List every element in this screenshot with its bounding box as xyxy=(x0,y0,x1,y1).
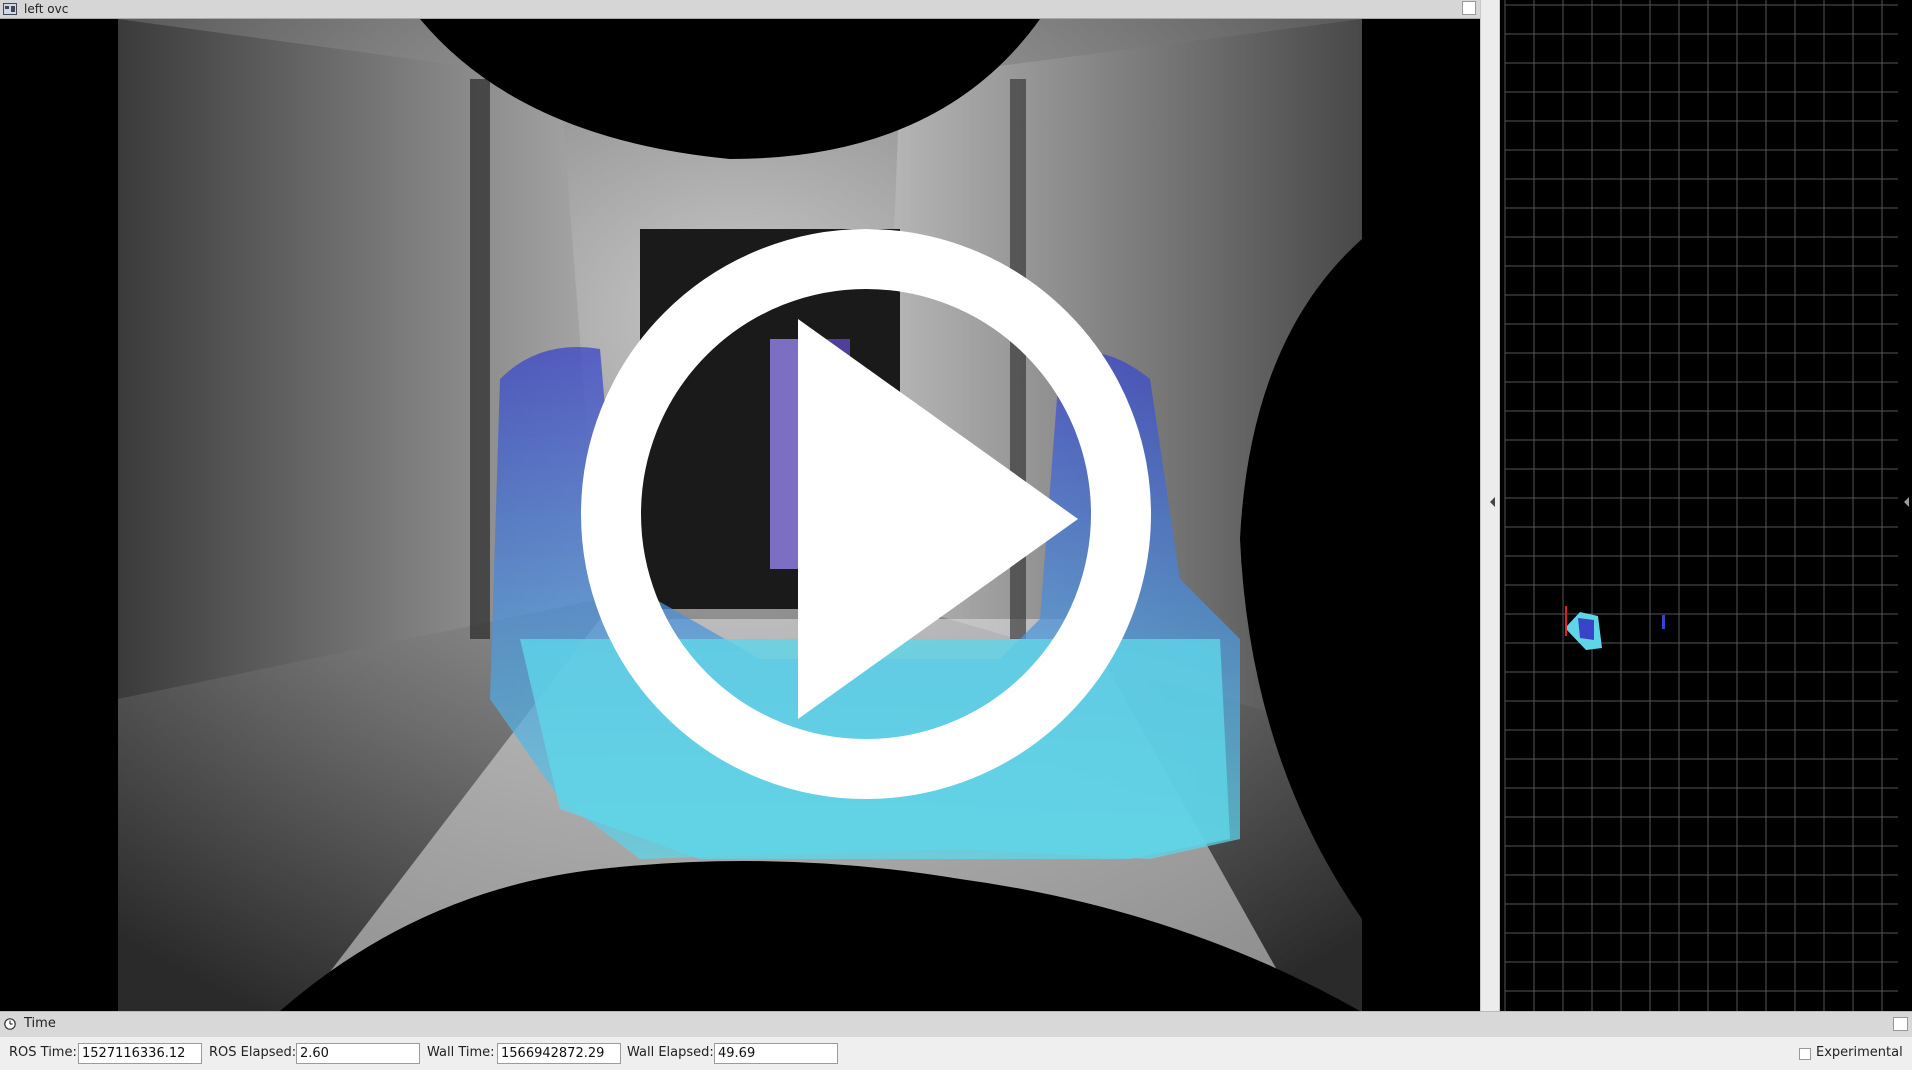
panel-splitter[interactable] xyxy=(1480,0,1500,1011)
point-cloud-fragment xyxy=(1662,615,1665,629)
time-panel-float-button[interactable] xyxy=(1893,1017,1908,1031)
camera-image xyxy=(0,19,1480,1011)
wall-elapsed-label: Wall Elapsed: xyxy=(627,1045,714,1060)
window-icon xyxy=(3,3,17,15)
ros-elapsed-label: ROS Elapsed: xyxy=(209,1045,297,1060)
wall-time-label: Wall Time: xyxy=(427,1045,495,1060)
camera-panel-titlebar: left ovc xyxy=(0,0,1480,19)
wall-time-field[interactable]: 1566942872.29 xyxy=(497,1043,621,1064)
experimental-label: Experimental xyxy=(1816,1045,1903,1060)
ros-elapsed-field[interactable]: 2.60 xyxy=(296,1043,420,1064)
time-bar: ROS Time: 1527116336.12 ROS Elapsed: 2.6… xyxy=(0,1037,1912,1070)
panel-float-button[interactable] xyxy=(1462,1,1476,15)
ros-time-field[interactable]: 1527116336.12 xyxy=(78,1043,202,1064)
grid-3d-view[interactable] xyxy=(1500,0,1912,1011)
ros-time-label: ROS Time: xyxy=(9,1045,77,1060)
time-panel-titlebar: Time xyxy=(0,1011,1912,1037)
clock-icon xyxy=(4,1018,16,1030)
expand-right-arrow-icon[interactable] xyxy=(1904,497,1909,507)
point-cloud-core xyxy=(1578,618,1594,640)
time-panel-title: Time xyxy=(24,1016,56,1031)
wall-elapsed-field[interactable]: 49.69 xyxy=(714,1043,838,1064)
grid-canvas xyxy=(1504,0,1898,1011)
camera-image-view[interactable] xyxy=(0,19,1480,1011)
experimental-checkbox[interactable] xyxy=(1799,1048,1811,1060)
collapse-left-arrow-icon[interactable] xyxy=(1490,497,1495,507)
camera-panel-title: left ovc xyxy=(24,2,69,16)
